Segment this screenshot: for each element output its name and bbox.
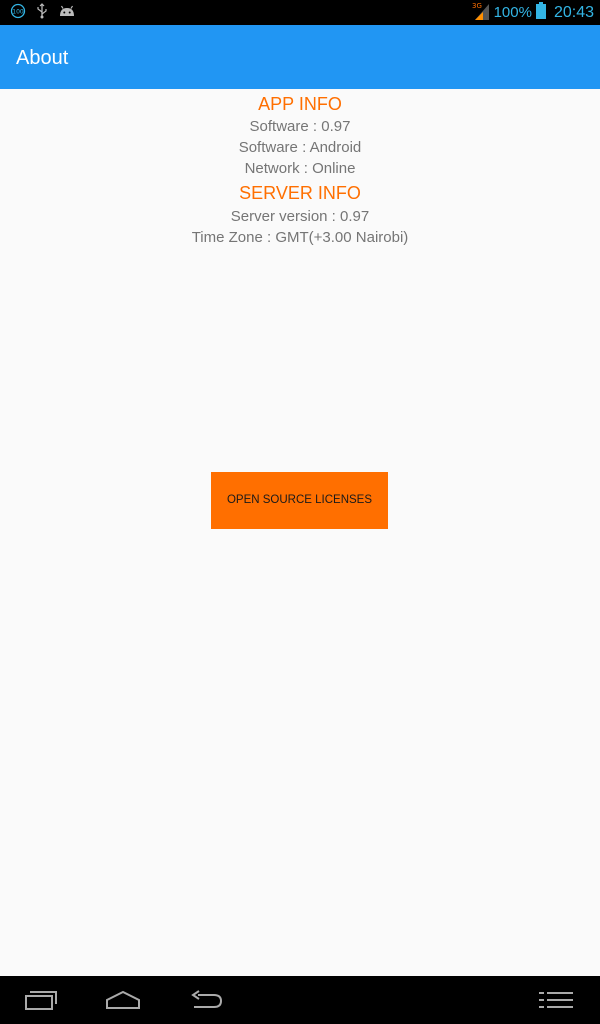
app-bar: About <box>0 25 600 89</box>
status-bar: 100 3G 100% 20:43 <box>0 0 600 25</box>
recent-apps-icon[interactable] <box>12 976 68 1024</box>
open-source-licenses-button[interactable]: OPEN SOURCE LICENSES <box>211 472 388 529</box>
circle-100-icon: 100 <box>10 3 26 24</box>
app-info-heading: APP INFO <box>258 94 342 114</box>
status-clock: 20:43 <box>553 3 594 21</box>
software-version-text: Software : 0.97 <box>249 118 351 135</box>
time-zone-text: Time Zone : GMT(+3.00 Nairobi) <box>191 229 409 246</box>
usb-icon <box>35 2 49 24</box>
home-icon[interactable] <box>95 976 151 1024</box>
network-type-label: 3G <box>472 2 482 10</box>
about-content: APP INFO Software : 0.97 Software : Andr… <box>0 89 600 976</box>
server-version-text: Server version : 0.97 <box>230 208 370 225</box>
svg-text:100: 100 <box>12 8 24 15</box>
menu-icon[interactable] <box>528 976 584 1024</box>
notification-icons: 100 <box>10 2 76 24</box>
software-platform-text: Software : Android <box>238 139 362 156</box>
network-status-text: Network : Online <box>244 160 356 177</box>
android-icon <box>58 4 76 23</box>
page-title: About <box>16 47 69 69</box>
back-icon[interactable] <box>178 976 234 1024</box>
signal-icon: 3G <box>472 1 490 25</box>
server-info-heading: SERVER INFO <box>239 183 361 203</box>
battery-percent: 100% <box>493 4 532 21</box>
navigation-bar <box>0 976 600 1024</box>
battery-icon <box>535 2 546 23</box>
status-indicators: 3G 100% 20:43 <box>472 0 594 25</box>
